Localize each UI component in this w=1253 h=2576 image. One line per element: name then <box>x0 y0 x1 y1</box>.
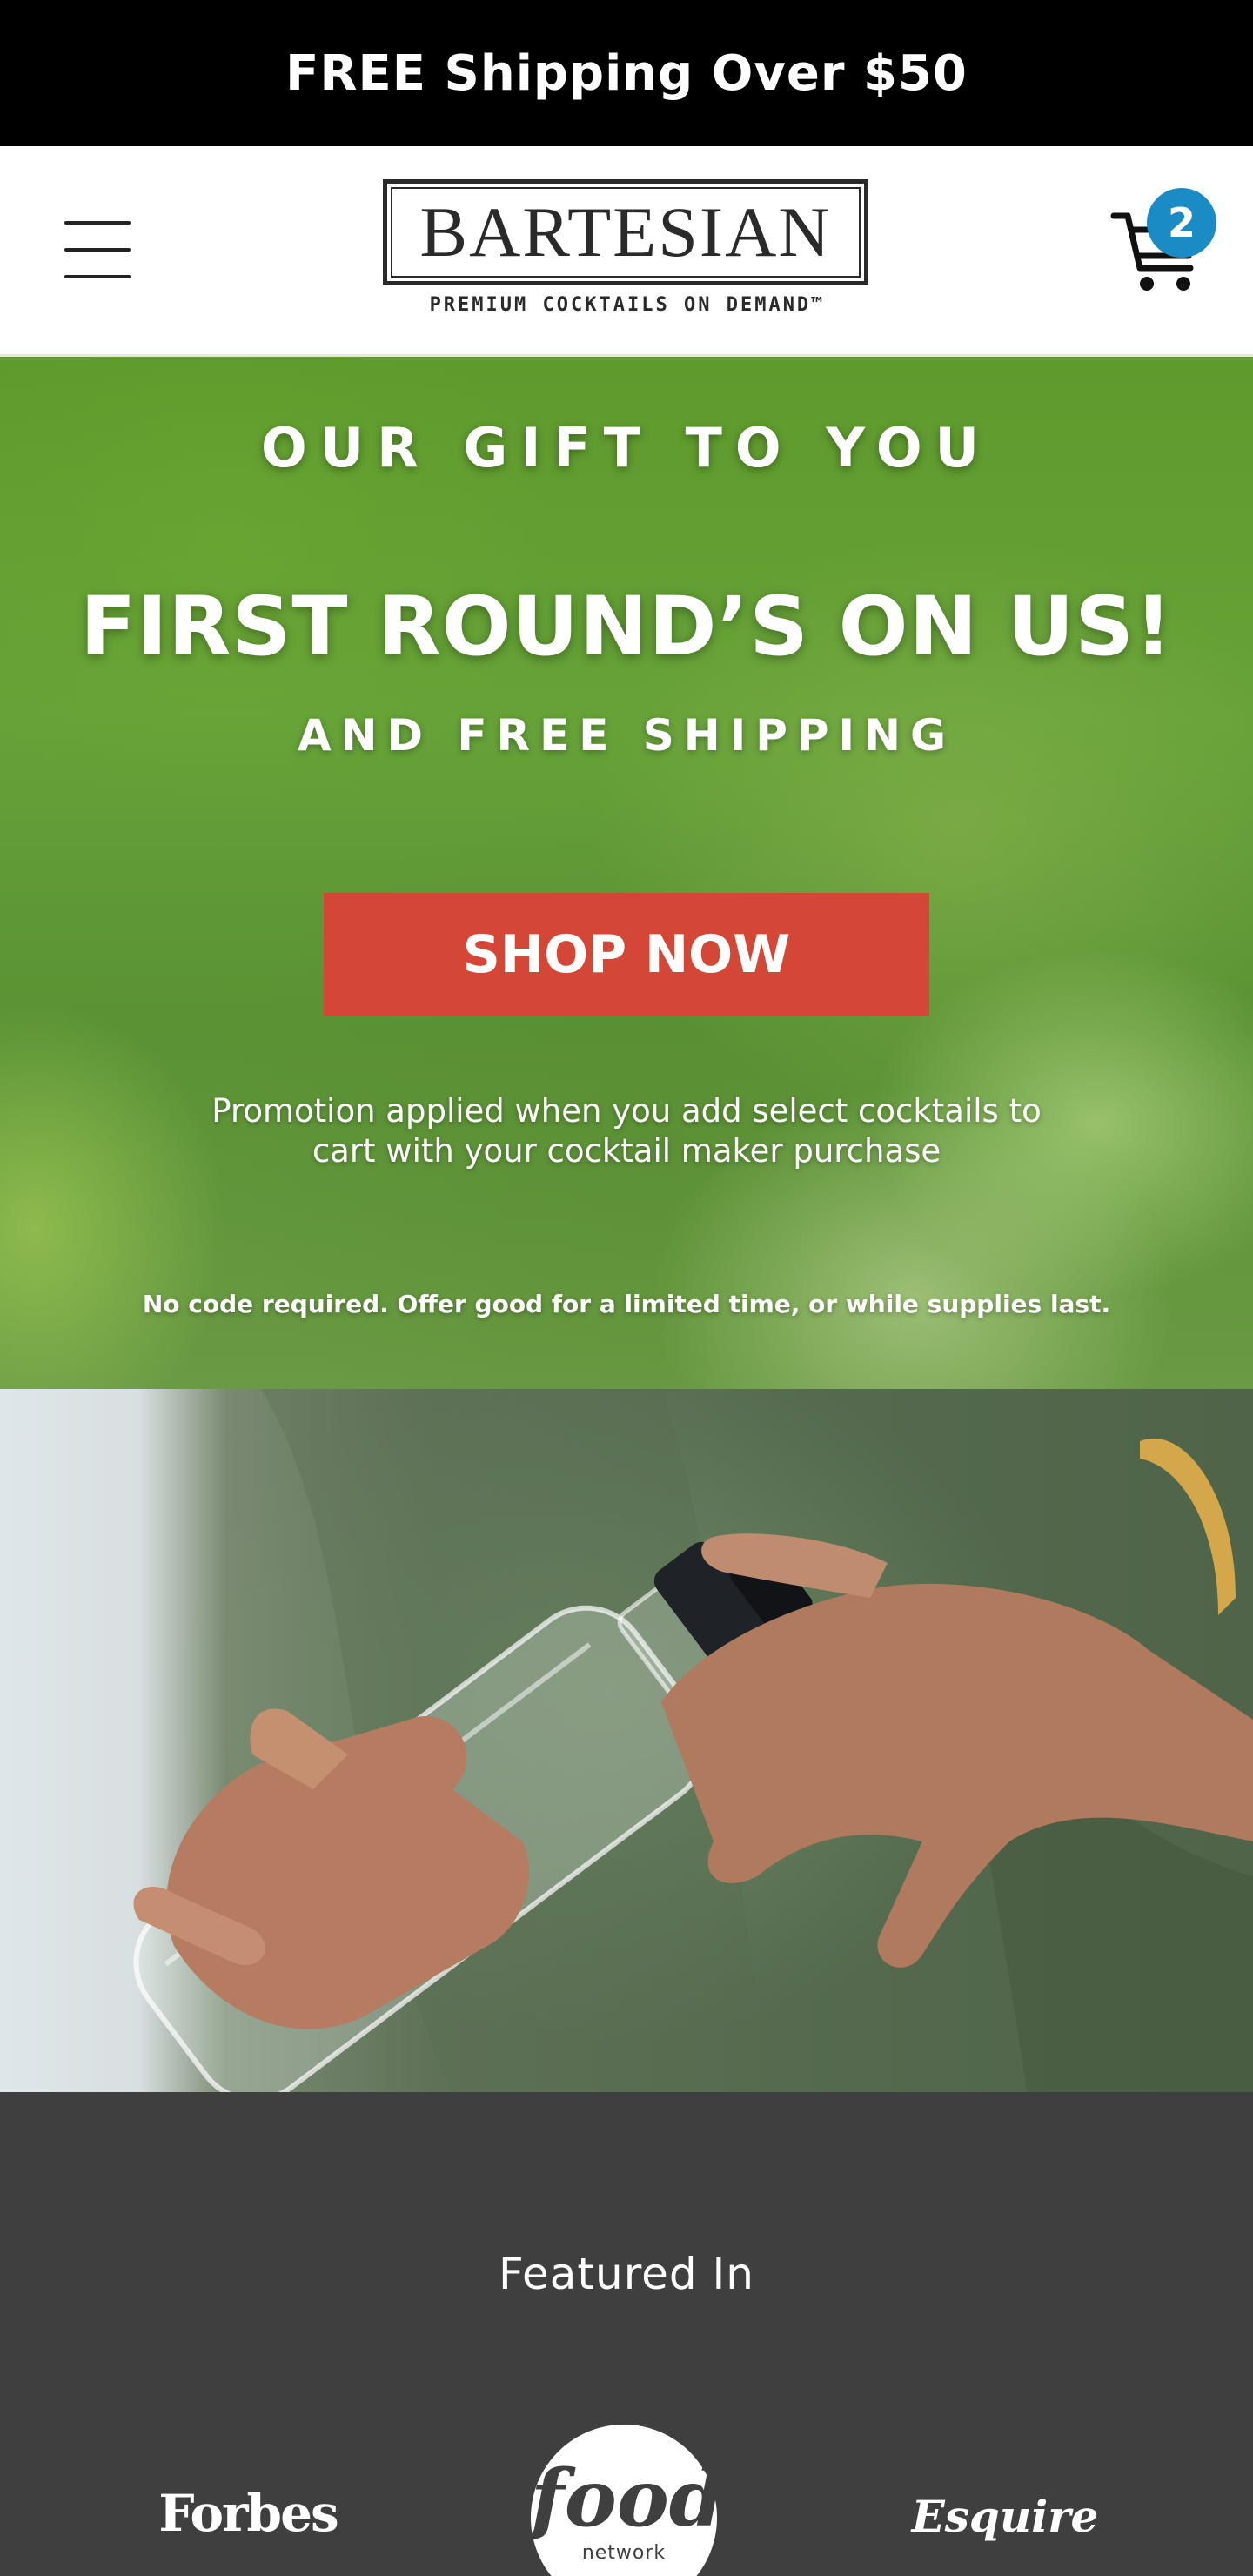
featured-title: Featured In <box>498 2249 754 2299</box>
offer-fineprint: No code required. Offer good for a limit… <box>142 1290 1111 1318</box>
featured-in-section: Featured In Forbes food network Esquire <box>0 2092 1253 2576</box>
hamburger-menu-icon[interactable] <box>64 221 131 278</box>
logo-frame: BARTESIAN <box>383 179 868 285</box>
food-network-logo-sub: network <box>581 2542 667 2564</box>
hero-subtitle: AND FREE SHIPPING <box>297 710 956 761</box>
cart-count-badge: 2 <box>1147 188 1216 258</box>
shaker-bottle-illustration <box>133 1389 1253 2092</box>
logo-name: BARTESIAN <box>419 192 832 272</box>
promo-line-2: cart with your cocktail maker purchase <box>312 1132 941 1170</box>
promo-line-1: Promotion applied when you add select co… <box>211 1092 1042 1130</box>
food-network-logo-word: food <box>531 2452 724 2545</box>
logo-tagline: PREMIUM COCKTAILS ON DEMAND™ <box>429 294 826 316</box>
bartesian-logo[interactable]: BARTESIAN PREMIUM COCKTAILS ON DEMAND™ <box>381 179 874 329</box>
product-photo <box>0 1389 1253 2092</box>
cart-button[interactable]: 2 <box>1110 188 1223 310</box>
forbes-logo: Forbes <box>158 2484 338 2543</box>
esquire-logo: Esquire <box>911 2491 1099 2542</box>
shop-now-button[interactable]: SHOP NOW <box>324 893 929 1016</box>
announcement-bar: FREE Shipping Over $50 <box>0 0 1253 146</box>
promo-text: Promotion applied when you add select co… <box>104 1091 1149 1171</box>
hero-title: FIRST ROUND’S ON US! <box>80 580 1173 674</box>
hero-banner: OUR GIFT TO YOU FIRST ROUND’S ON US! AND… <box>0 357 1253 1389</box>
hero-kicker: OUR GIFT TO YOU <box>261 416 992 480</box>
food-network-logo: food network <box>531 2425 724 2576</box>
announcement-text: FREE Shipping Over $50 <box>285 44 968 102</box>
site-header: BARTESIAN PREMIUM COCKTAILS ON DEMAND™ 2 <box>0 146 1253 357</box>
